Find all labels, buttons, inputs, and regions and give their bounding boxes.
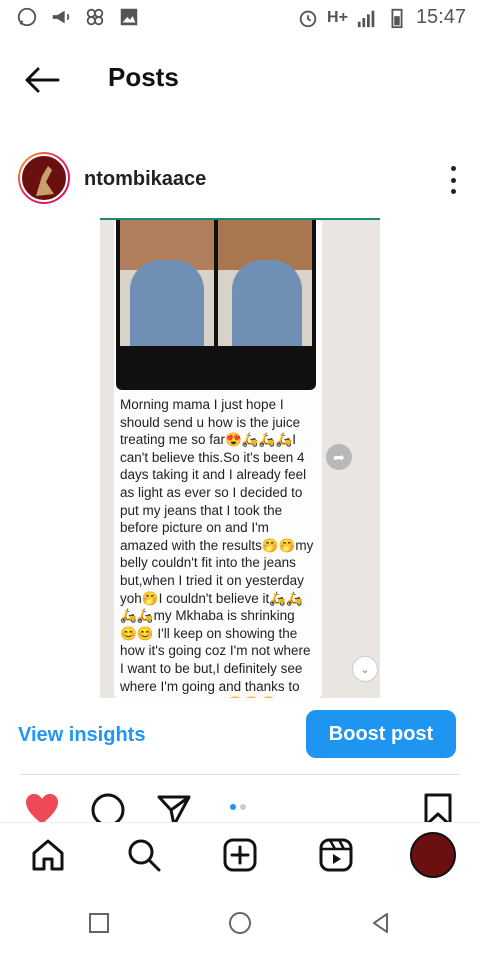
bookmark-icon[interactable] — [420, 792, 456, 824]
page-title: Posts — [108, 62, 179, 92]
more-options-icon[interactable] — [446, 166, 460, 194]
reels-icon[interactable] — [316, 835, 356, 875]
chevron-down-icon: ⌄ — [352, 656, 378, 682]
divider — [20, 774, 460, 775]
clock: 15:47 — [415, 6, 466, 28]
alarm-icon — [299, 10, 317, 27]
search-icon[interactable] — [124, 835, 164, 875]
megaphone-icon — [52, 10, 70, 24]
battery-icon — [391, 8, 403, 28]
network-type: H+ — [327, 8, 348, 26]
arrow-left-icon[interactable] — [22, 64, 62, 96]
before-after-photo — [116, 220, 316, 390]
view-insights-link[interactable]: View insights — [18, 724, 145, 747]
share-icon[interactable] — [156, 792, 192, 824]
post-header: ntombikaace — [0, 150, 480, 210]
comment-icon[interactable] — [90, 792, 126, 824]
post-actions — [0, 790, 480, 824]
insights-bar: View insights Boost post — [0, 708, 480, 764]
heart-icon[interactable] — [24, 792, 60, 824]
carousel-indicator — [230, 804, 246, 810]
forward-icon: ➦ — [326, 444, 352, 470]
status-bar: H+ 15:47 — [0, 0, 480, 38]
post-username[interactable]: ntombikaace — [84, 168, 206, 191]
system-nav-bar — [0, 888, 480, 960]
back-triangle-icon[interactable] — [366, 908, 396, 938]
signal-icon — [357, 10, 375, 27]
chat-message-text: Morning mama I just hope I should send u… — [120, 397, 314, 698]
home-circle-icon[interactable] — [225, 908, 255, 938]
create-icon[interactable] — [220, 835, 260, 875]
whatsapp-icon — [17, 7, 37, 27]
gallery-icon — [120, 8, 138, 26]
bottom-tab-bar — [0, 822, 480, 889]
profile-tab-avatar[interactable] — [410, 832, 456, 878]
app-header: Posts — [0, 52, 480, 108]
boost-post-button[interactable]: Boost post — [306, 710, 456, 758]
post-image[interactable]: Morning mama I just hope I should send u… — [100, 218, 380, 698]
avatar[interactable] — [18, 152, 70, 204]
home-icon[interactable] — [28, 835, 68, 875]
recents-icon[interactable] — [84, 908, 114, 938]
pinwheel-icon — [86, 8, 104, 26]
